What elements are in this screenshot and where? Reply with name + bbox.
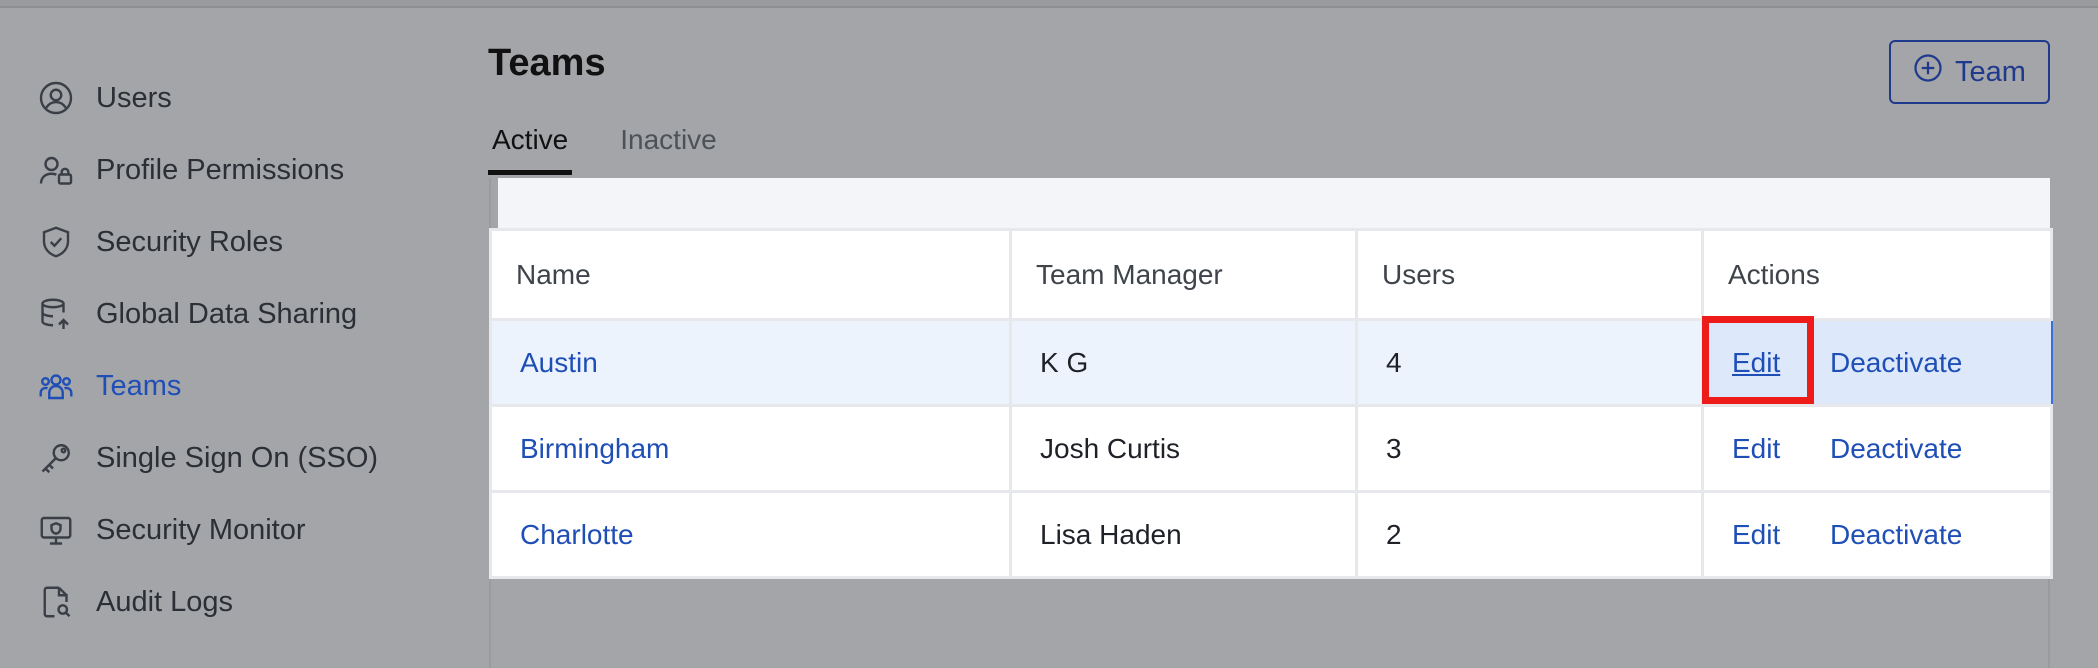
sidebar-item-label: Teams <box>96 369 182 402</box>
edit-link[interactable]: Edit <box>1732 519 1830 551</box>
team-users-cell: 2 <box>1355 490 1704 579</box>
tab-active[interactable]: Active <box>488 118 573 175</box>
team-name-cell: Charlotte <box>489 490 1012 579</box>
user-circle-icon <box>36 78 76 118</box>
table-row: Austin K G 4 Edit Deactivate <box>489 318 2053 407</box>
sidebar-item-security-roles[interactable]: Security Roles <box>36 206 456 278</box>
sidebar-item-label: Users <box>96 81 172 114</box>
monitor-icon <box>36 510 76 550</box>
key-icon <box>36 438 76 478</box>
column-header-name[interactable]: Name <box>489 228 1012 321</box>
team-icon <box>36 366 76 406</box>
status-tabs: Active Inactive <box>488 118 765 175</box>
deactivate-link[interactable]: Deactivate <box>1830 433 1962 465</box>
actions-cell: Edit Deactivate <box>1701 490 2053 579</box>
sidebar-item-teams[interactable]: Teams <box>36 350 456 422</box>
deactivate-link[interactable]: Deactivate <box>1830 347 1962 379</box>
file-search-icon <box>36 582 76 622</box>
tab-inactive[interactable]: Inactive <box>616 118 721 175</box>
user-lock-icon <box>36 150 76 190</box>
plus-circle-icon <box>1913 53 1943 91</box>
column-header-users[interactable]: Users <box>1355 228 1704 321</box>
table-row: Charlotte Lisa Haden 2 Edit Deactivate <box>489 490 2053 579</box>
team-users-cell: 4 <box>1355 318 1704 407</box>
edit-link[interactable]: Edit <box>1732 347 1830 379</box>
teams-table: Name Team Manager Users Actions Austin K… <box>489 228 2053 579</box>
team-name-link[interactable]: Austin <box>520 347 598 378</box>
add-team-label: Team <box>1955 55 2026 88</box>
table-row: Birmingham Josh Curtis 3 Edit Deactivate <box>489 404 2053 493</box>
settings-sidebar: Users Profile Permissions Security Roles… <box>36 62 456 638</box>
sidebar-item-audit-logs[interactable]: Audit Logs <box>36 566 456 638</box>
sidebar-item-label: Profile Permissions <box>96 153 345 186</box>
team-manager-cell: Josh Curtis <box>1009 404 1358 493</box>
column-header-actions: Actions <box>1701 228 2053 321</box>
sidebar-item-security-monitor[interactable]: Security Monitor <box>36 494 456 566</box>
team-name-link[interactable]: Birmingham <box>520 433 669 464</box>
sidebar-item-global-data-sharing[interactable]: Global Data Sharing <box>36 278 456 350</box>
table-header-row: Name Team Manager Users Actions <box>489 228 2053 321</box>
team-name-link[interactable]: Charlotte <box>520 519 634 550</box>
shield-check-icon <box>36 222 76 262</box>
sidebar-item-label: Security Roles <box>96 225 283 258</box>
page-title: Teams <box>488 42 606 84</box>
actions-cell: Edit Deactivate <box>1701 318 2053 407</box>
team-manager-cell: Lisa Haden <box>1009 490 1358 579</box>
sidebar-item-sso[interactable]: Single Sign On (SSO) <box>36 422 456 494</box>
sidebar-item-label: Security Monitor <box>96 513 306 546</box>
top-border <box>0 0 2098 8</box>
column-header-team-manager[interactable]: Team Manager <box>1009 228 1358 321</box>
actions-cell: Edit Deactivate <box>1701 404 2053 493</box>
team-manager-cell: K G <box>1009 318 1358 407</box>
team-users-cell: 3 <box>1355 404 1704 493</box>
deactivate-link[interactable]: Deactivate <box>1830 519 1962 551</box>
edit-link[interactable]: Edit <box>1732 433 1830 465</box>
add-team-button[interactable]: Team <box>1889 40 2050 104</box>
sidebar-item-users[interactable]: Users <box>36 62 456 134</box>
team-name-cell: Austin <box>489 318 1012 407</box>
sidebar-item-label: Global Data Sharing <box>96 297 358 330</box>
sidebar-item-label: Single Sign On (SSO) <box>96 441 379 474</box>
sidebar-item-label: Audit Logs <box>96 585 234 618</box>
table-toolbar-strip <box>498 178 2050 228</box>
team-name-cell: Birmingham <box>489 404 1012 493</box>
sidebar-item-profile-permissions[interactable]: Profile Permissions <box>36 134 456 206</box>
database-share-icon <box>36 294 76 334</box>
